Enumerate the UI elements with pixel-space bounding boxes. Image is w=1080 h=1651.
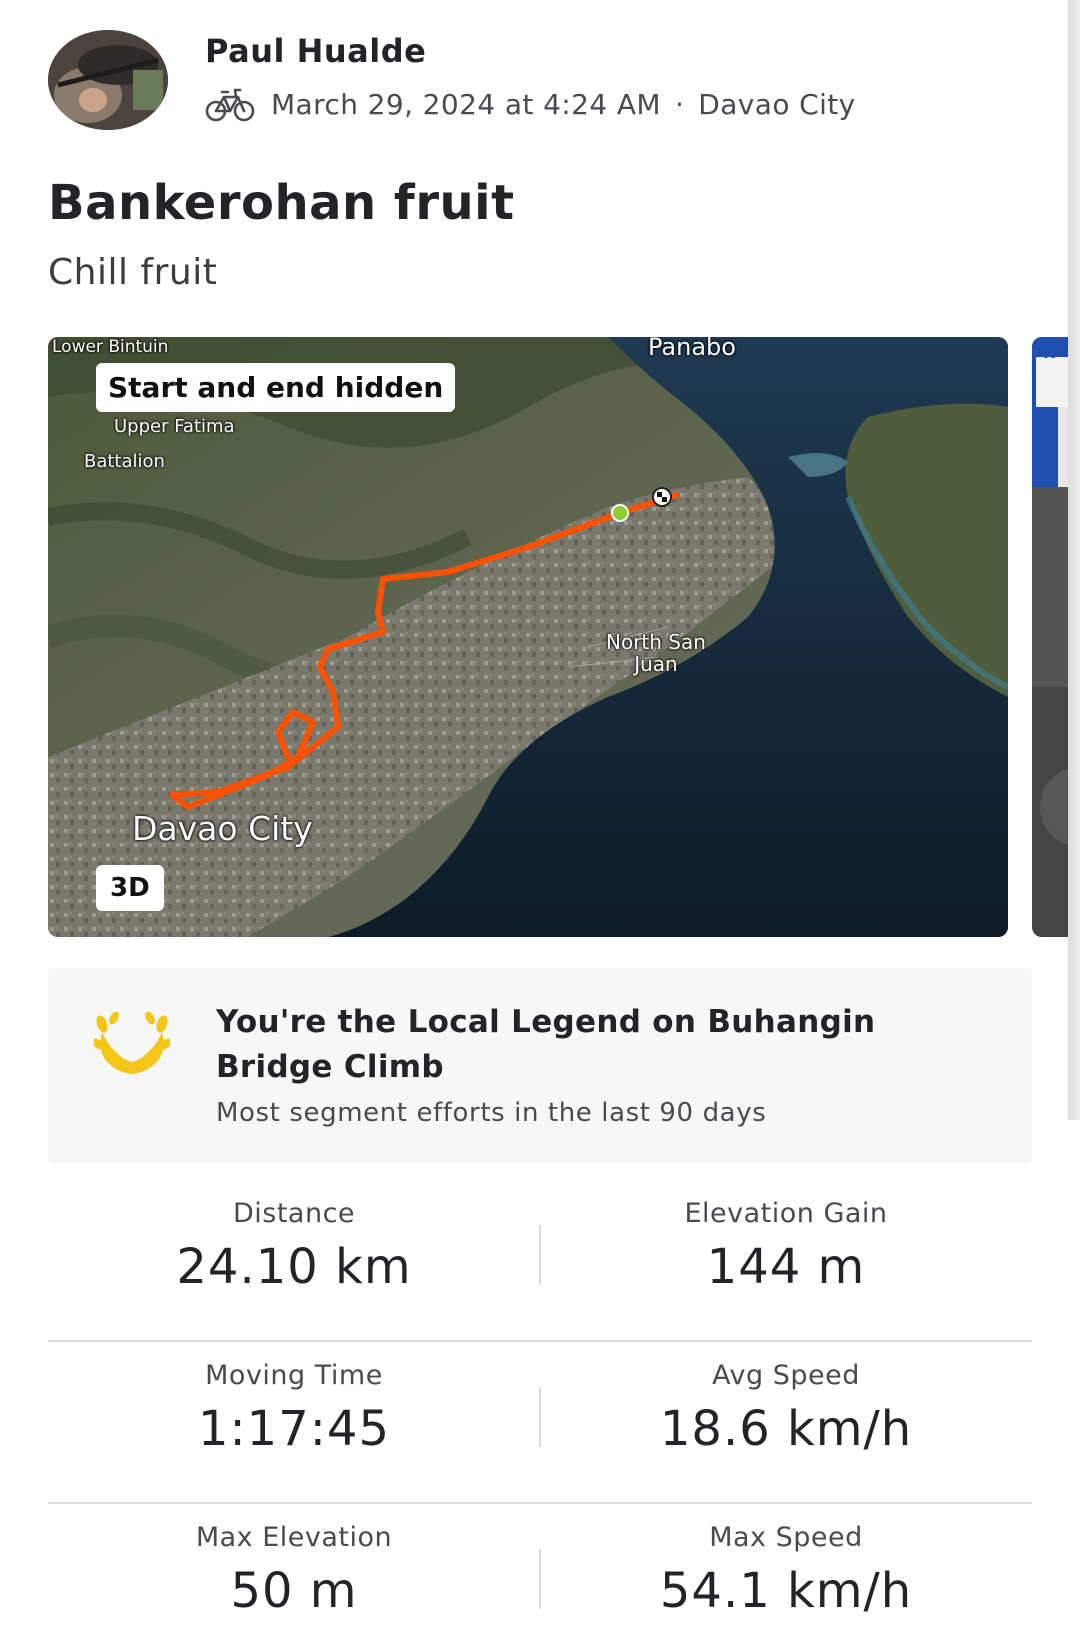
avatar-photo bbox=[48, 30, 168, 130]
map-label-north-san-juan: North San Juan bbox=[606, 630, 706, 676]
stat-value: 1:17:45 bbox=[197, 1401, 391, 1457]
stat-label: Distance bbox=[232, 1198, 356, 1229]
activity-location: Davao City bbox=[698, 87, 856, 121]
stat-max-elevation: Max Elevation 50 m bbox=[48, 1522, 540, 1619]
activity-description: Chill fruit bbox=[48, 252, 218, 293]
stats-row: Max Elevation 50 m Max Speed 54.1 km/h bbox=[48, 1504, 1032, 1651]
stat-value: 18.6 km/h bbox=[659, 1401, 913, 1457]
stat-value: 50 m bbox=[230, 1563, 358, 1619]
stat-value: 54.1 km/h bbox=[659, 1563, 913, 1619]
map-label-panabo: Panabo bbox=[648, 337, 736, 361]
meta-separator: · bbox=[674, 87, 685, 121]
stat-label: Avg Speed bbox=[712, 1360, 860, 1391]
stat-label: Elevation Gain bbox=[684, 1198, 888, 1229]
laurel-wreath-icon bbox=[94, 1011, 170, 1074]
activity-date: March 29, 2024 at 4:24 AM bbox=[271, 87, 661, 121]
stat-label: Max Speed bbox=[709, 1522, 863, 1553]
avatar[interactable] bbox=[48, 30, 168, 130]
stat-max-speed: Max Speed 54.1 km/h bbox=[540, 1522, 1032, 1619]
stats-grid: Distance 24.10 km Elevation Gain 144 m M… bbox=[48, 1180, 1032, 1651]
3d-view-button[interactable]: 3D bbox=[96, 865, 164, 911]
stat-value: 24.10 km bbox=[176, 1239, 412, 1295]
local-legend-card[interactable]: You're the Local Legend on Buhangin Brid… bbox=[48, 968, 1032, 1163]
activity-meta: March 29, 2024 at 4:24 AM · Davao City bbox=[205, 84, 856, 124]
map-label-upper-fatima: Upper Fatima bbox=[114, 416, 235, 437]
stat-moving-time: Moving Time 1:17:45 bbox=[48, 1360, 540, 1457]
start-end-hidden-badge: Start and end hidden bbox=[96, 363, 456, 412]
local-legend-subtitle: Most segment efforts in the last 90 days bbox=[216, 1098, 767, 1128]
stat-avg-speed: Avg Speed 18.6 km/h bbox=[540, 1360, 1032, 1457]
local-legend-title: You're the Local Legend on Buhangin Brid… bbox=[216, 1004, 876, 1085]
stats-row: Moving Time 1:17:45 Avg Speed 18.6 km/h bbox=[48, 1342, 1032, 1504]
stat-label: Max Elevation bbox=[195, 1522, 393, 1553]
stat-distance: Distance 24.10 km bbox=[48, 1198, 540, 1295]
next-card-text: FR bbox=[1032, 343, 1056, 362]
stat-elevation-gain: Elevation Gain 144 m bbox=[540, 1198, 1032, 1295]
finish-flag-icon bbox=[652, 487, 672, 507]
map-label-battalion: Battalion bbox=[84, 451, 165, 472]
start-marker bbox=[611, 504, 629, 522]
scrollbar[interactable] bbox=[1068, 0, 1080, 1120]
route-map[interactable]: Lower Bintuin Panabo Upper Fatima Battal… bbox=[48, 337, 1008, 937]
stat-label: Moving Time bbox=[205, 1360, 383, 1391]
map-label-davao-city: Davao City bbox=[132, 809, 313, 848]
activity-title: Bankerohan fruit bbox=[48, 175, 515, 231]
author-name[interactable]: Paul Hualde bbox=[205, 32, 426, 70]
stat-value: 144 m bbox=[706, 1239, 866, 1295]
stats-row: Distance 24.10 km Elevation Gain 144 m bbox=[48, 1180, 1032, 1342]
map-label-lower-bintuin: Lower Bintuin bbox=[52, 337, 169, 357]
bike-icon bbox=[205, 88, 255, 122]
